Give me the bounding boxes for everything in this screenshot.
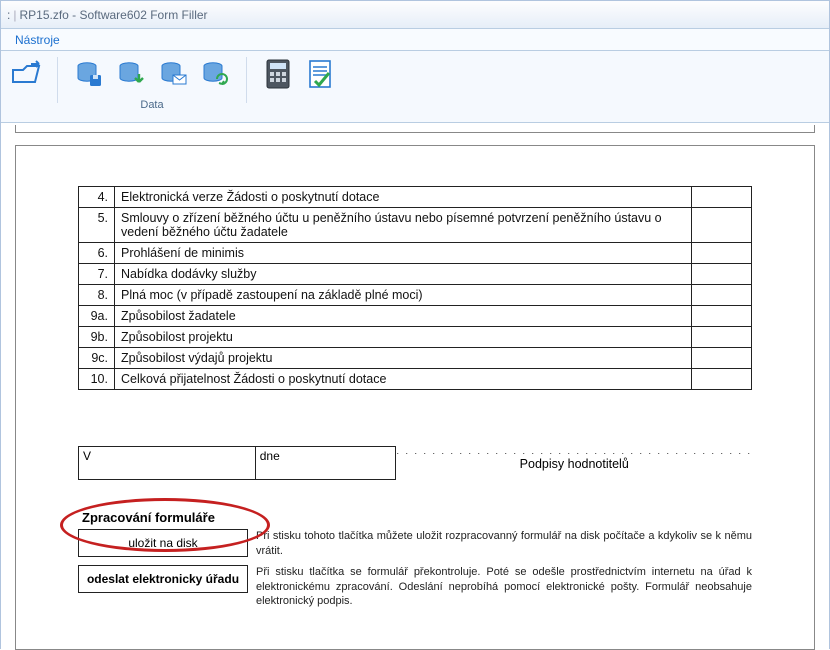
folder-open-icon[interactable] bbox=[9, 57, 43, 91]
row-text: Prohlášení de minimis bbox=[115, 243, 692, 264]
table-row: 8.Plná moc (v případě zastoupení na zákl… bbox=[79, 285, 752, 306]
row-extra-cell[interactable] bbox=[692, 306, 752, 327]
processing-section: Zpracování formuláře uložit na disk Při … bbox=[78, 510, 752, 609]
table-row: 9b.Způsobilost projektu bbox=[79, 327, 752, 348]
row-text: Způsobilost projektu bbox=[115, 327, 692, 348]
form-page: 4.Elektronická verze Žádosti o poskytnut… bbox=[15, 145, 815, 650]
row-extra-cell[interactable] bbox=[692, 285, 752, 306]
send-electronically-button[interactable]: odeslat elektronicky úřadu bbox=[78, 565, 248, 593]
ribbon-group-leading bbox=[9, 57, 43, 91]
table-row: 6.Prohlášení de minimis bbox=[79, 243, 752, 264]
ribbon-divider bbox=[246, 57, 247, 103]
row-extra-cell[interactable] bbox=[692, 369, 752, 390]
row-number: 7. bbox=[79, 264, 115, 285]
ribbon-group-data: Data bbox=[72, 57, 232, 111]
workspace: 4.Elektronická verze Žádosti o poskytnut… bbox=[1, 123, 829, 650]
signature-caption-text: Podpisy hodnotitelů bbox=[520, 457, 629, 471]
save-to-disk-description: Při stisku tohoto tlačítka můžete uložit… bbox=[256, 529, 752, 559]
database-download-icon[interactable] bbox=[114, 57, 148, 91]
signature-row: V dne . . . . . . . . . . . . . . . . . … bbox=[78, 446, 752, 480]
ribbon-group-tools bbox=[261, 57, 337, 91]
table-row: 9c.Způsobilost výdajů projektu bbox=[79, 348, 752, 369]
row-number: 10. bbox=[79, 369, 115, 390]
titlebar-leading: : bbox=[7, 8, 10, 22]
ribbon: Data bbox=[1, 51, 829, 123]
row-text: Elektronická verze Žádosti o poskytnutí … bbox=[115, 187, 692, 208]
table-row: 9a.Způsobilost žadatele bbox=[79, 306, 752, 327]
row-text: Způsobilost výdajů projektu bbox=[115, 348, 692, 369]
row-extra-cell[interactable] bbox=[692, 264, 752, 285]
ribbon-divider bbox=[57, 57, 58, 103]
row-text: Způsobilost žadatele bbox=[115, 306, 692, 327]
row-text: Plná moc (v případě zastoupení na základ… bbox=[115, 285, 692, 306]
row-number: 5. bbox=[79, 208, 115, 243]
validate-icon[interactable] bbox=[303, 57, 337, 91]
row-extra-cell[interactable] bbox=[692, 327, 752, 348]
row-number: 6. bbox=[79, 243, 115, 264]
previous-page-edge bbox=[15, 125, 815, 133]
send-electronically-description: Při stisku tlačítka se formulář překontr… bbox=[256, 565, 752, 610]
row-number: 9b. bbox=[79, 327, 115, 348]
table-row: 4.Elektronická verze Žádosti o poskytnut… bbox=[79, 187, 752, 208]
attachments-table: 4.Elektronická verze Žádosti o poskytnut… bbox=[78, 186, 752, 390]
signature-place-box[interactable]: V bbox=[78, 446, 255, 480]
menubar: Nástroje bbox=[1, 29, 829, 51]
database-refresh-icon[interactable] bbox=[198, 57, 232, 91]
row-extra-cell[interactable] bbox=[692, 187, 752, 208]
row-extra-cell[interactable] bbox=[692, 243, 752, 264]
signature-place-label: V bbox=[83, 449, 91, 463]
window-appname: Software602 Form Filler bbox=[80, 8, 208, 22]
row-text: Nabídka dodávky služby bbox=[115, 264, 692, 285]
signature-dots: . . . . . . . . . . . . . . . . . . . . … bbox=[396, 446, 752, 456]
ribbon-group-label: Data bbox=[140, 99, 163, 111]
row-extra-cell[interactable] bbox=[692, 208, 752, 243]
row-text: Smlouvy o zřízení běžného účtu u peněžní… bbox=[115, 208, 692, 243]
database-save-icon[interactable] bbox=[72, 57, 106, 91]
database-mail-icon[interactable] bbox=[156, 57, 190, 91]
calculator-icon[interactable] bbox=[261, 57, 295, 91]
save-to-disk-button[interactable]: uložit na disk bbox=[78, 529, 248, 557]
row-number: 8. bbox=[79, 285, 115, 306]
table-row: 10.Celková přijatelnost Žádosti o poskyt… bbox=[79, 369, 752, 390]
row-number: 9c. bbox=[79, 348, 115, 369]
signature-caption: . . . . . . . . . . . . . . . . . . . . … bbox=[396, 446, 752, 480]
table-row: 7.Nabídka dodávky služby bbox=[79, 264, 752, 285]
table-row: 5.Smlouvy o zřízení běžného účtu u peněž… bbox=[79, 208, 752, 243]
row-number: 4. bbox=[79, 187, 115, 208]
processing-title: Zpracování formuláře bbox=[82, 510, 752, 525]
window-titlebar: : | RP15.zfo - Software602 Form Filler bbox=[1, 1, 829, 29]
menu-tools[interactable]: Nástroje bbox=[9, 31, 66, 49]
signature-date-box[interactable]: dne bbox=[255, 446, 397, 480]
window-filename: RP15.zfo bbox=[19, 8, 68, 22]
row-number: 9a. bbox=[79, 306, 115, 327]
row-text: Celková přijatelnost Žádosti o poskytnut… bbox=[115, 369, 692, 390]
signature-date-label: dne bbox=[260, 449, 280, 463]
row-extra-cell[interactable] bbox=[692, 348, 752, 369]
